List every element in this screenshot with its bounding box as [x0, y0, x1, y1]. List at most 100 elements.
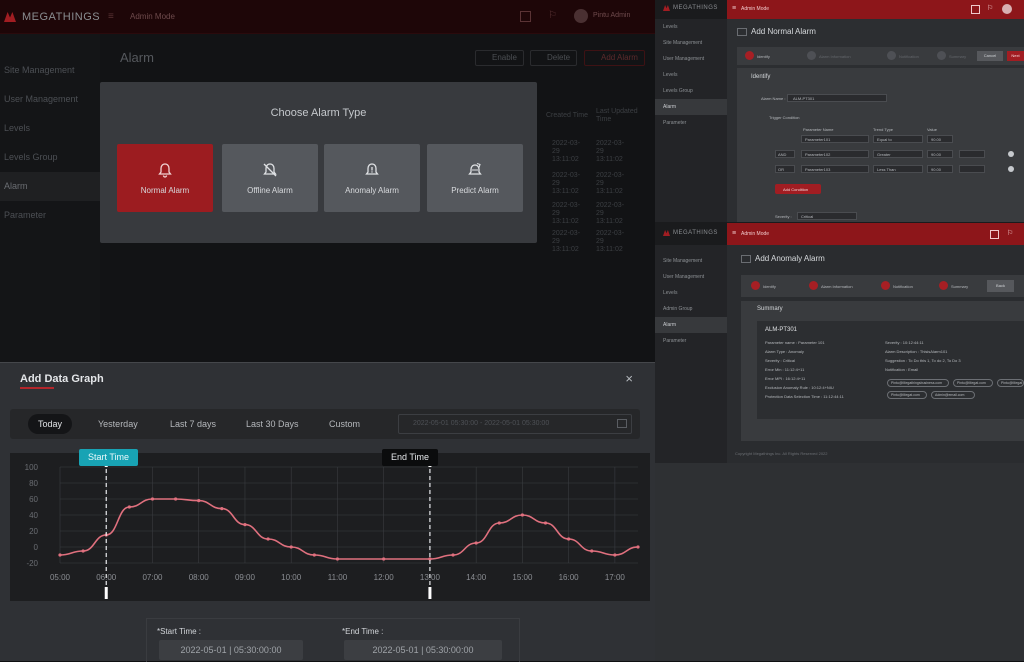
sidebar-item-user-management[interactable]: User Management — [655, 269, 727, 285]
x-tick-label: 07:00 — [142, 573, 163, 582]
close-icon[interactable]: × — [625, 371, 633, 386]
enable-button[interactable]: Enable — [475, 50, 524, 66]
menu-icon[interactable]: ≡ — [732, 230, 736, 237]
sidebar-item-alarm[interactable]: Alarm — [0, 172, 100, 201]
series-line — [59, 498, 639, 560]
sidebar-item-levels-group[interactable]: Levels Group — [655, 83, 727, 99]
email-tag-label: Pintu@Megathingsbusiness.com — [891, 381, 943, 385]
sidebar-item-admin-group[interactable]: Admin Group — [655, 301, 727, 317]
remove-row-icon[interactable] — [1008, 151, 1014, 157]
add-condition-button[interactable]: Add Condition — [775, 184, 821, 194]
bell-alert-icon — [365, 162, 379, 175]
normal-alarm-card[interactable]: Normal Alarm — [117, 144, 213, 212]
data-chart[interactable]: 100806040200-2005:0006:0007:0008:0009:00… — [10, 453, 650, 601]
sidebar-item-alarm[interactable]: Alarm — [655, 317, 727, 333]
sidebar-item-levels[interactable]: Levels — [655, 67, 727, 83]
megathings-logo-icon — [4, 12, 16, 22]
value-input[interactable] — [959, 150, 985, 158]
back-icon[interactable] — [741, 255, 751, 263]
value-input[interactable] — [959, 165, 985, 173]
next-button[interactable]: Next — [1007, 51, 1024, 61]
trend-value: Greater — [877, 152, 891, 157]
calendar-icon[interactable] — [617, 419, 627, 428]
y-tick-label: 60 — [29, 495, 38, 504]
sidebar-item-levels-group[interactable]: Levels Group — [0, 143, 100, 172]
start-time-marker-label[interactable]: Start Time — [79, 449, 139, 466]
fullscreen-icon[interactable] — [520, 11, 531, 22]
section-title: Summary — [757, 306, 783, 312]
predict-alarm-card[interactable]: Predict Alarm — [427, 144, 523, 212]
end-time-marker-label[interactable]: End Time — [382, 449, 439, 466]
sidebar-item-site-management[interactable]: Site Management — [655, 35, 727, 51]
panel-logo-area: MEGATHINGS — [655, 223, 727, 245]
menu-icon[interactable]: ≡ — [732, 5, 736, 12]
data-point — [543, 521, 548, 525]
x-tick-label: 12:00 — [374, 573, 395, 582]
sidebar-item-parameter[interactable]: Parameter — [0, 201, 100, 230]
sidebar-item-user-management[interactable]: User Management — [0, 85, 100, 114]
sidebar-item-site-management[interactable]: Site Management — [655, 253, 727, 269]
data-point — [197, 499, 201, 503]
fullscreen-icon[interactable] — [971, 5, 980, 14]
page-title: Alarm — [120, 50, 154, 65]
sidebar-item-user-management[interactable]: User Management — [655, 51, 727, 67]
avatar[interactable] — [574, 9, 588, 23]
step-label: Alarm Information — [819, 54, 851, 59]
add-data-graph-modal: Add Data Graph × Today Yesterday Last 7 … — [0, 362, 655, 662]
back-button[interactable]: Back — [987, 280, 1014, 292]
end-time-field[interactable]: 2022-05-01 | 05:30:00:00 — [344, 640, 502, 660]
sidebar-item-parameter[interactable]: Parameter — [655, 115, 727, 131]
anomaly-alarm-card[interactable]: Anomaly Alarm — [324, 144, 420, 212]
value-text: 90.00 — [931, 152, 942, 157]
card-label: Normal Alarm — [140, 185, 190, 195]
table-cell: 2022-03-29 13:11:02 — [596, 230, 625, 253]
card-label: Offline Alarm — [247, 185, 293, 195]
trigger-condition-label: Trigger Condition — [769, 115, 800, 120]
panel-title: Add Anomaly Alarm — [755, 254, 825, 263]
email-tag: Pintu@Megathingsbusiness.com — [887, 379, 949, 387]
delete-button[interactable]: Delete — [530, 50, 578, 66]
x-tick-label: 08:00 — [189, 573, 210, 582]
bell-predict-icon — [468, 162, 482, 175]
fullscreen-icon[interactable] — [990, 230, 999, 239]
bell-off-icon — [263, 162, 277, 176]
avatar[interactable] — [1002, 4, 1012, 14]
value-text: 90.00 — [931, 137, 942, 142]
start-time-field[interactable]: 2022-05-01 | 05:30:00:00 — [159, 640, 303, 660]
section-title: Identify — [751, 74, 771, 80]
sidebar-item-parameter[interactable]: Parameter — [655, 333, 727, 349]
cancel-button[interactable]: Cancel — [977, 51, 1003, 61]
data-point — [520, 513, 524, 517]
bell-icon — [158, 162, 172, 178]
date-range-input[interactable]: 2022-05-01 05:30:00 - 2022-05-01 05:30:0… — [398, 414, 632, 434]
tab-last-7-days[interactable]: Last 7 days — [160, 414, 226, 434]
sidebar-item-alarm[interactable]: Alarm — [655, 99, 727, 115]
parameter-value: Parameter101 — [805, 137, 831, 142]
remove-row-icon[interactable] — [1008, 166, 1014, 172]
offline-alarm-card[interactable]: Offline Alarm — [222, 144, 318, 212]
sidebar-item-levels[interactable]: Levels — [0, 114, 100, 143]
sidebar-item-levels[interactable]: Levels — [655, 19, 727, 35]
data-point — [266, 537, 270, 541]
bell-icon[interactable]: ⚐ — [1007, 229, 1013, 237]
menu-icon[interactable]: ≡ — [108, 11, 114, 22]
column-header: Value — [927, 127, 937, 132]
sidebar-item-levels[interactable]: Levels — [655, 285, 727, 301]
bell-icon[interactable]: ⚐ — [548, 10, 557, 21]
tab-last-30-days[interactable]: Last 30 Days — [236, 414, 309, 434]
bell-icon[interactable]: ⚐ — [987, 4, 993, 12]
data-point — [150, 497, 155, 501]
brand-name: MEGATHINGS — [22, 11, 101, 23]
add-alarm-button[interactable]: Add Alarm — [584, 50, 645, 66]
tab-custom[interactable]: Custom — [319, 414, 370, 434]
back-icon[interactable] — [737, 28, 747, 36]
parameter-value: Parameter102 — [805, 152, 831, 157]
tab-today[interactable]: Today — [28, 414, 73, 434]
data-point — [127, 505, 131, 509]
table-cell: 2022-03-29 13:11:02 — [552, 202, 581, 225]
tab-yesterday[interactable]: Yesterday — [88, 414, 148, 434]
sidebar-item-site-management[interactable]: Site Management — [0, 56, 100, 85]
alarm-name-label: Alarm Name : — [761, 96, 786, 101]
step-dot-icon — [937, 51, 946, 60]
data-point — [382, 557, 386, 561]
